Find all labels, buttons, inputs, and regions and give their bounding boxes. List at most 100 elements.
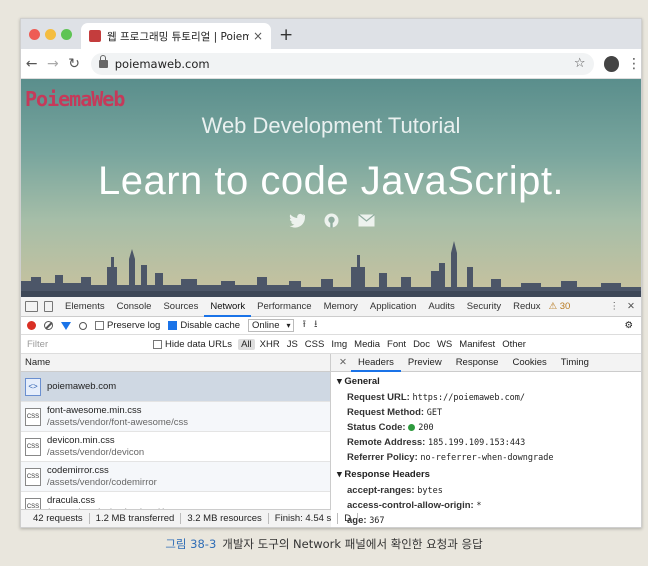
warning-icon[interactable]: ⚠ 30	[549, 301, 571, 312]
network-toolbar: Preserve log Disable cache Online ⭱ ⭳ ⚙	[21, 317, 641, 335]
general-section-header[interactable]: ▾ General	[331, 374, 641, 390]
preserve-log-checkbox[interactable]: Preserve log	[95, 320, 160, 331]
request-row[interactable]: CSS codemirror.css/assets/vendor/codemirr…	[21, 462, 330, 492]
tab-memory[interactable]: Memory	[318, 297, 364, 317]
detail-tab-headers[interactable]: Headers	[350, 354, 401, 372]
header-row: Request Method: GET	[331, 405, 641, 420]
css-file-icon: CSS	[25, 437, 41, 456]
devtools-tabs: Elements Console Sources Network Performance…	[21, 297, 641, 317]
tab-sources[interactable]: Sources	[157, 297, 204, 317]
detail-tab-response[interactable]: Response	[449, 354, 506, 372]
request-name: codemirror.css	[47, 464, 109, 476]
twitter-icon[interactable]	[288, 213, 305, 228]
tab-network[interactable]: Network	[204, 297, 252, 317]
filter-icon[interactable]	[61, 321, 71, 330]
tab-security[interactable]: Security	[461, 297, 507, 317]
new-tab-button[interactable]: +	[279, 25, 293, 45]
forward-icon[interactable]: →	[42, 56, 63, 72]
filter-type-other[interactable]: Other	[500, 339, 528, 350]
detail-tab-cookies[interactable]: Cookies	[505, 354, 553, 372]
request-name: devicon.min.css	[47, 434, 115, 446]
warning-count: 30	[559, 301, 571, 312]
detail-tab-timing[interactable]: Timing	[554, 354, 596, 372]
tab-application[interactable]: Application	[364, 297, 422, 317]
tab-performance[interactable]: Performance	[251, 297, 317, 317]
filter-type-doc[interactable]: Doc	[411, 339, 432, 350]
header-row: Remote Address: 185.199.109.153:443	[331, 435, 641, 450]
filter-type-media[interactable]: Media	[352, 339, 382, 350]
filter-type-js[interactable]: JS	[285, 339, 300, 350]
filter-type-ws[interactable]: WS	[435, 339, 454, 350]
header-row: Status Code: 200	[331, 420, 641, 435]
request-row[interactable]: CSS devicon.min.css/assets/vendor/devicon	[21, 432, 330, 462]
profile-avatar[interactable]	[603, 55, 619, 72]
city-skyline	[21, 241, 641, 297]
device-toolbar-icon[interactable]	[44, 301, 53, 312]
browser-tab[interactable]: 웹 프로그래밍 튜토리얼 | PoiemaW... ×	[81, 23, 271, 49]
header-key: Request URL:	[347, 392, 410, 403]
hero-subtitle: Web Development Tutorial	[201, 113, 461, 138]
github-icon[interactable]	[323, 213, 340, 228]
close-detail-icon[interactable]: ✕	[335, 357, 351, 368]
bookmark-star-icon[interactable]: ☆	[574, 56, 586, 71]
filter-type-css[interactable]: CSS	[303, 339, 327, 350]
record-icon[interactable]	[27, 321, 36, 330]
export-har-icon[interactable]: ⭳	[314, 317, 318, 334]
tab-redux[interactable]: Redux	[507, 297, 546, 317]
tab-console[interactable]: Console	[111, 297, 158, 317]
header-row: accept-ranges: bytes	[331, 483, 641, 498]
maximize-window-button[interactable]	[61, 29, 72, 40]
header-value: no-referrer-when-downgrade	[420, 453, 554, 463]
request-row[interactable]: CSS font-awesome.min.css/assets/vendor/fo…	[21, 402, 330, 432]
filter-type-manifest[interactable]: Manifest	[457, 339, 497, 350]
tab-elements[interactable]: Elements	[59, 297, 111, 317]
close-window-button[interactable]	[29, 29, 40, 40]
search-icon[interactable]	[79, 321, 87, 330]
browser-menu-icon[interactable]: ⋮	[627, 56, 641, 72]
clear-icon[interactable]	[44, 321, 53, 330]
tab-audits[interactable]: Audits	[422, 297, 460, 317]
filter-type-xhr[interactable]: XHR	[258, 339, 282, 350]
detail-tab-preview[interactable]: Preview	[401, 354, 449, 372]
request-name-block: font-awesome.min.css/assets/vendor/font-…	[47, 405, 188, 429]
header-value: 200	[418, 423, 434, 433]
throttling-select[interactable]: Online	[248, 319, 295, 332]
tab-close-icon[interactable]: ×	[253, 29, 263, 43]
figure-caption: 그림 38-3 개발자 도구의 Network 패널에서 확인한 요청과 응답	[0, 536, 648, 552]
network-settings-gear-icon[interactable]: ⚙	[624, 320, 641, 331]
request-path: /assets/vendor/devicon	[47, 446, 145, 458]
header-row: age: 367	[331, 513, 641, 527]
detail-tabs: ✕ Headers Preview Response Cookies Timing	[331, 354, 641, 372]
request-name-block: poiemaweb.com	[47, 381, 116, 393]
header-key: Status Code:	[347, 422, 406, 433]
request-name: poiemaweb.com	[47, 380, 117, 392]
response-headers-section-header[interactable]: ▾ Response Headers	[331, 467, 641, 483]
minimize-window-button[interactable]	[45, 29, 56, 40]
import-har-icon[interactable]: ⭱	[302, 317, 306, 334]
email-icon[interactable]	[357, 213, 375, 228]
site-logo[interactable]: PoiemaWeb	[25, 87, 125, 111]
status-item: 3.2 MB resources	[181, 513, 269, 524]
filter-type-font[interactable]: Font	[385, 339, 408, 350]
filter-type-img[interactable]: Img	[329, 339, 349, 350]
document-file-icon: <>	[25, 377, 41, 396]
devtools-panel: Elements Console Sources Network Performance…	[21, 297, 641, 527]
hide-data-urls-checkbox[interactable]: Hide data URLs	[153, 339, 232, 350]
request-name: dracula.css	[47, 494, 96, 506]
devtools-menu-icon[interactable]: ⋮	[610, 301, 620, 312]
browser-window: 웹 프로그래밍 튜토리얼 | PoiemaW... × + ← → ↻ poie…	[20, 18, 642, 528]
header-key: Referrer Policy:	[347, 452, 418, 463]
filter-type-all[interactable]: All	[238, 338, 255, 350]
request-row[interactable]: <> poiemaweb.com	[21, 372, 330, 402]
reload-icon[interactable]: ↻	[64, 56, 85, 72]
address-bar[interactable]: poiemaweb.com ☆	[90, 52, 594, 75]
tab-strip: 웹 프로그래밍 튜토리얼 | PoiemaW... × +	[21, 19, 641, 49]
disable-cache-checkbox[interactable]: Disable cache	[168, 320, 240, 331]
filter-input[interactable]: Filter	[27, 339, 147, 350]
back-icon[interactable]: ←	[21, 56, 42, 72]
inspect-element-icon[interactable]	[25, 301, 38, 312]
name-column-header[interactable]: Name	[21, 354, 330, 372]
caption-text: 개발자 도구의 Network 패널에서 확인한 요청과 응답	[222, 537, 483, 551]
devtools-close-icon[interactable]: ✕	[627, 301, 635, 312]
header-key: Request Method:	[347, 407, 425, 418]
